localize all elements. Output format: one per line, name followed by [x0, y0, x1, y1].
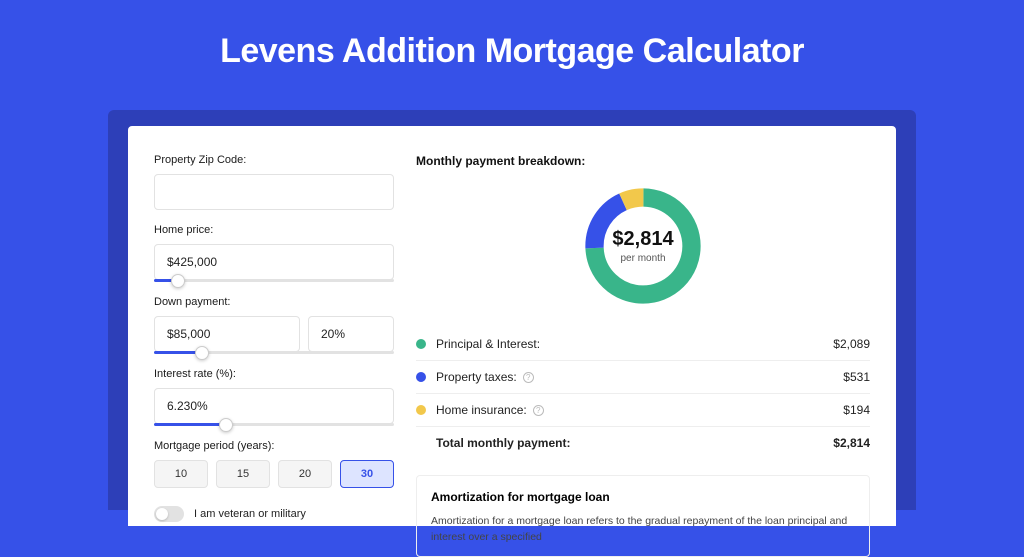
- legend-value-total: $2,814: [833, 436, 870, 450]
- legend-dot-taxes: [416, 372, 426, 382]
- home-price-slider[interactable]: [154, 279, 394, 282]
- interest-rate-input[interactable]: [154, 388, 394, 424]
- legend-row-insurance: Home insurance: ? $194: [416, 394, 870, 427]
- legend-value-taxes: $531: [843, 370, 870, 384]
- legend-dot-principal: [416, 339, 426, 349]
- legend-row-taxes: Property taxes: ? $531: [416, 361, 870, 394]
- period-option-20[interactable]: 20: [278, 460, 332, 488]
- mortgage-period-label: Mortgage period (years):: [154, 440, 394, 452]
- zip-input[interactable]: [154, 174, 394, 210]
- home-price-slider-thumb[interactable]: [171, 274, 185, 288]
- down-payment-input[interactable]: [154, 316, 300, 352]
- interest-rate-slider[interactable]: [154, 423, 394, 426]
- donut-chart: $2,814 per month: [416, 182, 870, 310]
- breakdown-column: Monthly payment breakdown: $2,814 per mo…: [416, 154, 870, 526]
- home-price-label: Home price:: [154, 224, 394, 236]
- zip-label: Property Zip Code:: [154, 154, 394, 166]
- breakdown-title: Monthly payment breakdown:: [416, 154, 870, 168]
- legend-label-total: Total monthly payment:: [436, 436, 833, 450]
- period-option-15[interactable]: 15: [216, 460, 270, 488]
- down-payment-label: Down payment:: [154, 296, 394, 308]
- donut-center-sub: per month: [612, 253, 673, 264]
- legend-label-insurance: Home insurance: ?: [436, 403, 843, 417]
- donut-center-amount: $2,814: [612, 228, 673, 251]
- info-icon[interactable]: ?: [533, 405, 544, 416]
- mortgage-period-group: Mortgage period (years): 10 15 20 30: [154, 440, 394, 488]
- down-payment-slider-thumb[interactable]: [195, 346, 209, 360]
- veteran-toggle-row: I am veteran or military: [154, 506, 394, 522]
- legend-row-principal: Principal & Interest: $2,089: [416, 328, 870, 361]
- down-payment-percent-input[interactable]: [308, 316, 394, 352]
- legend-label-taxes: Property taxes: ?: [436, 370, 843, 384]
- amortization-text: Amortization for a mortgage loan refers …: [431, 514, 855, 546]
- legend-dot-insurance: [416, 405, 426, 415]
- veteran-toggle-knob: [156, 508, 168, 520]
- legend-text-insurance: Home insurance:: [436, 403, 527, 417]
- home-price-group: Home price:: [154, 224, 394, 282]
- inputs-column: Property Zip Code: Home price: Down paym…: [154, 154, 394, 526]
- mortgage-period-options: 10 15 20 30: [154, 460, 394, 488]
- info-icon[interactable]: ?: [523, 372, 534, 383]
- legend-value-principal: $2,089: [833, 337, 870, 351]
- legend-value-insurance: $194: [843, 403, 870, 417]
- down-payment-group: Down payment:: [154, 296, 394, 354]
- amortization-box: Amortization for mortgage loan Amortizat…: [416, 475, 870, 557]
- interest-rate-label: Interest rate (%):: [154, 368, 394, 380]
- period-option-10[interactable]: 10: [154, 460, 208, 488]
- amortization-title: Amortization for mortgage loan: [431, 490, 855, 504]
- calculator-card: Property Zip Code: Home price: Down paym…: [128, 126, 896, 526]
- legend-text-principal: Principal & Interest:: [436, 337, 540, 351]
- zip-field-group: Property Zip Code:: [154, 154, 394, 210]
- home-price-input[interactable]: [154, 244, 394, 280]
- veteran-toggle[interactable]: [154, 506, 184, 522]
- legend-row-total: Total monthly payment: $2,814: [416, 427, 870, 459]
- interest-rate-slider-thumb[interactable]: [219, 418, 233, 432]
- legend-label-principal: Principal & Interest:: [436, 337, 833, 351]
- veteran-toggle-label: I am veteran or military: [194, 508, 306, 520]
- page-title: Levens Addition Mortgage Calculator: [0, 0, 1024, 91]
- down-payment-slider[interactable]: [154, 351, 394, 354]
- interest-rate-group: Interest rate (%):: [154, 368, 394, 426]
- period-option-30[interactable]: 30: [340, 460, 394, 488]
- donut-center: $2,814 per month: [612, 228, 673, 264]
- legend-text-taxes: Property taxes:: [436, 370, 517, 384]
